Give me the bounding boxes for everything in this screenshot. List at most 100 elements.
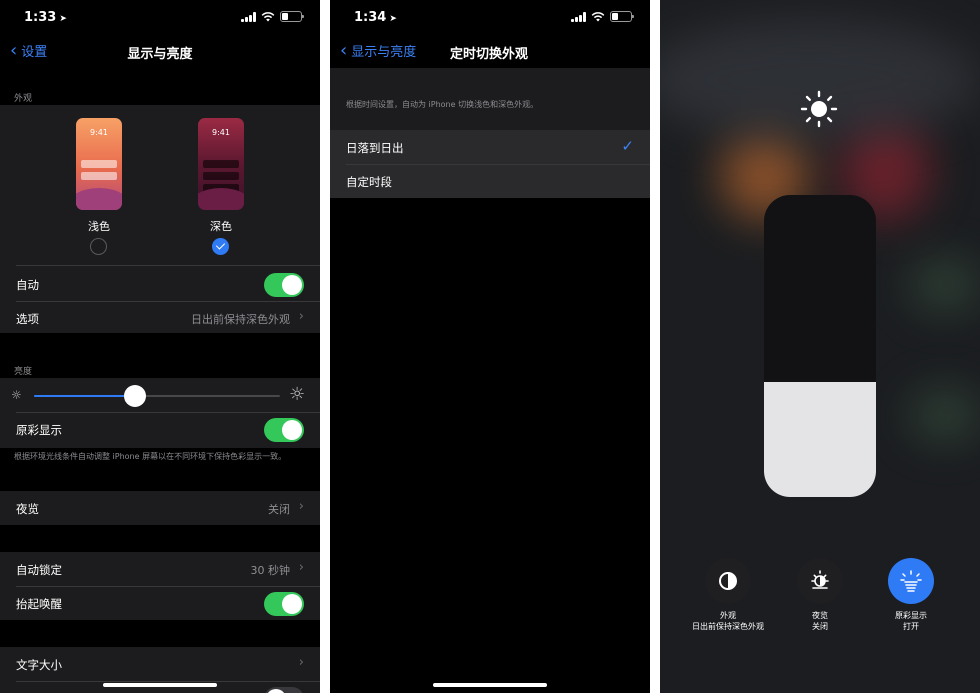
preview-time-dark: 9:41 xyxy=(212,128,230,137)
chevron-right-icon: › xyxy=(298,655,304,670)
chevron-right-icon: › xyxy=(298,560,304,575)
option-sunset-to-sunrise[interactable]: 日落到日出 ✓ xyxy=(330,130,650,164)
home-indicator xyxy=(103,683,217,687)
true-tone-button-active[interactable] xyxy=(888,558,934,604)
dark-mode-preview[interactable]: 9:41 xyxy=(198,118,244,210)
nav-bar: ‹ 设置 显示与亮度 xyxy=(0,34,320,68)
page-title: 显示与亮度 xyxy=(127,47,193,62)
option-custom-schedule[interactable]: 自定时段 xyxy=(330,164,650,198)
back-label: 显示与亮度 xyxy=(351,45,417,60)
light-mode-label: 浅色 xyxy=(88,220,110,233)
cellular-signal-icon xyxy=(571,11,586,22)
blurred-background xyxy=(910,390,980,440)
location-icon: ➤ xyxy=(389,14,397,24)
schedule-options-group: 日落到日出 ✓ 自定时段 xyxy=(330,130,650,198)
brightness-slider[interactable] xyxy=(34,385,280,407)
chevron-right-icon: › xyxy=(298,499,304,514)
chevron-left-icon: ‹ xyxy=(340,39,348,61)
lock-group: 自动锁定 30 秒钟 › 抬起唤醒 xyxy=(0,552,320,620)
brightness-low-icon: ☼ xyxy=(11,388,22,402)
true-tone-label: 原彩显示 xyxy=(16,423,62,437)
nav-bar: ‹ 显示与亮度 定时切换外观 xyxy=(330,34,650,68)
auto-label: 自动 xyxy=(16,278,39,292)
location-icon: ➤ xyxy=(59,14,67,24)
preview-wallpaper xyxy=(76,188,122,210)
appearance-schedule-screen: 1:34 ➤ ‹ 显示与亮度 定时切换外观 根据时间设置，自动为 iPhone 切换… xyxy=(330,0,650,693)
display-brightness-screen: 1:33 ➤ ‹ 设置 显示与亮度 外观 9:41 浅色 9:41 深色 自动 … xyxy=(0,0,320,693)
appearance-icon xyxy=(719,572,737,590)
preview-wallpaper xyxy=(198,188,244,210)
status-time: 1:33 ➤ xyxy=(24,10,67,25)
brightness-large-slider[interactable] xyxy=(764,195,876,497)
wifi-icon xyxy=(261,11,275,21)
checkmark-icon: ✓ xyxy=(621,137,634,155)
brightness-slider-fill xyxy=(34,395,135,397)
light-mode-preview[interactable]: 9:41 xyxy=(76,118,122,210)
preview-card xyxy=(81,160,117,168)
true-tone-row[interactable]: 原彩显示 xyxy=(0,412,320,446)
night-shift-icon xyxy=(811,570,829,589)
bold-text-toggle[interactable] xyxy=(264,687,304,693)
status-bar: 1:33 ➤ xyxy=(0,0,320,34)
preview-card xyxy=(203,172,239,180)
night-shift-value: 关闭 xyxy=(268,503,290,516)
battery-icon xyxy=(610,11,634,22)
appearance-button[interactable] xyxy=(705,558,751,604)
preview-card xyxy=(81,172,117,180)
schedule-description: 根据时间设置，自动为 iPhone 切换浅色和深色外观。 xyxy=(346,100,539,109)
raise-to-wake-row[interactable]: 抬起唤醒 xyxy=(0,586,320,620)
battery-icon xyxy=(280,11,304,22)
true-tone-button-label: 原彩显示 打开 xyxy=(856,610,966,632)
cellular-signal-icon xyxy=(241,11,256,22)
auto-lock-label: 自动锁定 xyxy=(16,563,62,577)
true-tone-icon xyxy=(900,570,922,592)
auto-lock-row[interactable]: 自动锁定 30 秒钟 › xyxy=(0,552,320,586)
raise-to-wake-toggle[interactable] xyxy=(264,592,304,616)
light-mode-radio[interactable] xyxy=(90,238,107,255)
dark-mode-label: 深色 xyxy=(210,220,232,233)
true-tone-toggle[interactable] xyxy=(264,418,304,442)
wifi-icon xyxy=(591,11,605,21)
brightness-high-icon: ☼ xyxy=(289,384,306,405)
preview-card xyxy=(203,160,239,168)
brightness-group: 原彩显示 xyxy=(0,378,320,448)
true-tone-footnote: 根据环境光线条件自动调整 iPhone 屏幕以在不同环境下保持色彩显示一致。 xyxy=(14,452,287,461)
divider xyxy=(16,412,320,413)
brightness-slider-thumb[interactable] xyxy=(123,385,146,407)
chevron-right-icon: › xyxy=(298,309,304,324)
preview-time-light: 9:41 xyxy=(90,128,108,137)
raise-to-wake-label: 抬起唤醒 xyxy=(16,597,62,611)
night-shift-row[interactable]: 夜览 关闭 › xyxy=(0,491,320,525)
sun-icon xyxy=(800,90,838,128)
cc-name: 原彩显示 xyxy=(895,611,927,620)
auto-toggle[interactable] xyxy=(264,273,304,297)
page-title: 定时切换外观 xyxy=(450,47,529,62)
auto-row[interactable]: 自动 xyxy=(0,267,320,301)
brightness-level-fill xyxy=(764,382,876,497)
night-shift-button[interactable] xyxy=(797,558,843,604)
options-value: 日出前保持深色外观 xyxy=(191,313,290,326)
divider xyxy=(16,681,320,682)
status-time: 1:34 ➤ xyxy=(354,10,397,25)
auto-lock-value: 30 秒钟 xyxy=(250,564,291,577)
options-label: 选项 xyxy=(16,312,39,326)
dark-mode-radio-checked[interactable] xyxy=(212,238,229,255)
options-row[interactable]: 选项 日出前保持深色外观 › xyxy=(0,301,320,335)
appearance-section-label: 外观 xyxy=(14,94,33,104)
text-size-row[interactable]: 文字大小 › xyxy=(0,647,320,681)
home-indicator xyxy=(433,683,547,687)
option-label: 日落到日出 xyxy=(346,141,404,155)
text-size-label: 文字大小 xyxy=(16,658,62,672)
control-center-brightness: 外观 日出前保持深色外观 夜览 关闭 原彩显示 打开 xyxy=(660,0,980,693)
option-label: 自定时段 xyxy=(346,175,392,189)
cc-sub: 打开 xyxy=(903,622,919,631)
back-button[interactable]: ‹ 显示与亮度 xyxy=(340,41,416,60)
appearance-group: 9:41 浅色 9:41 深色 自动 选项 日出前保持深色外观 › xyxy=(0,105,320,333)
brightness-section-label: 亮度 xyxy=(14,367,33,377)
description-area: 根据时间设置，自动为 iPhone 切换浅色和深色外观。 xyxy=(330,68,650,130)
night-shift-group: 夜览 关闭 › xyxy=(0,491,320,525)
divider xyxy=(16,265,320,266)
status-bar: 1:34 ➤ xyxy=(330,0,650,34)
night-shift-label: 夜览 xyxy=(16,502,39,516)
blurred-background xyxy=(910,260,980,310)
